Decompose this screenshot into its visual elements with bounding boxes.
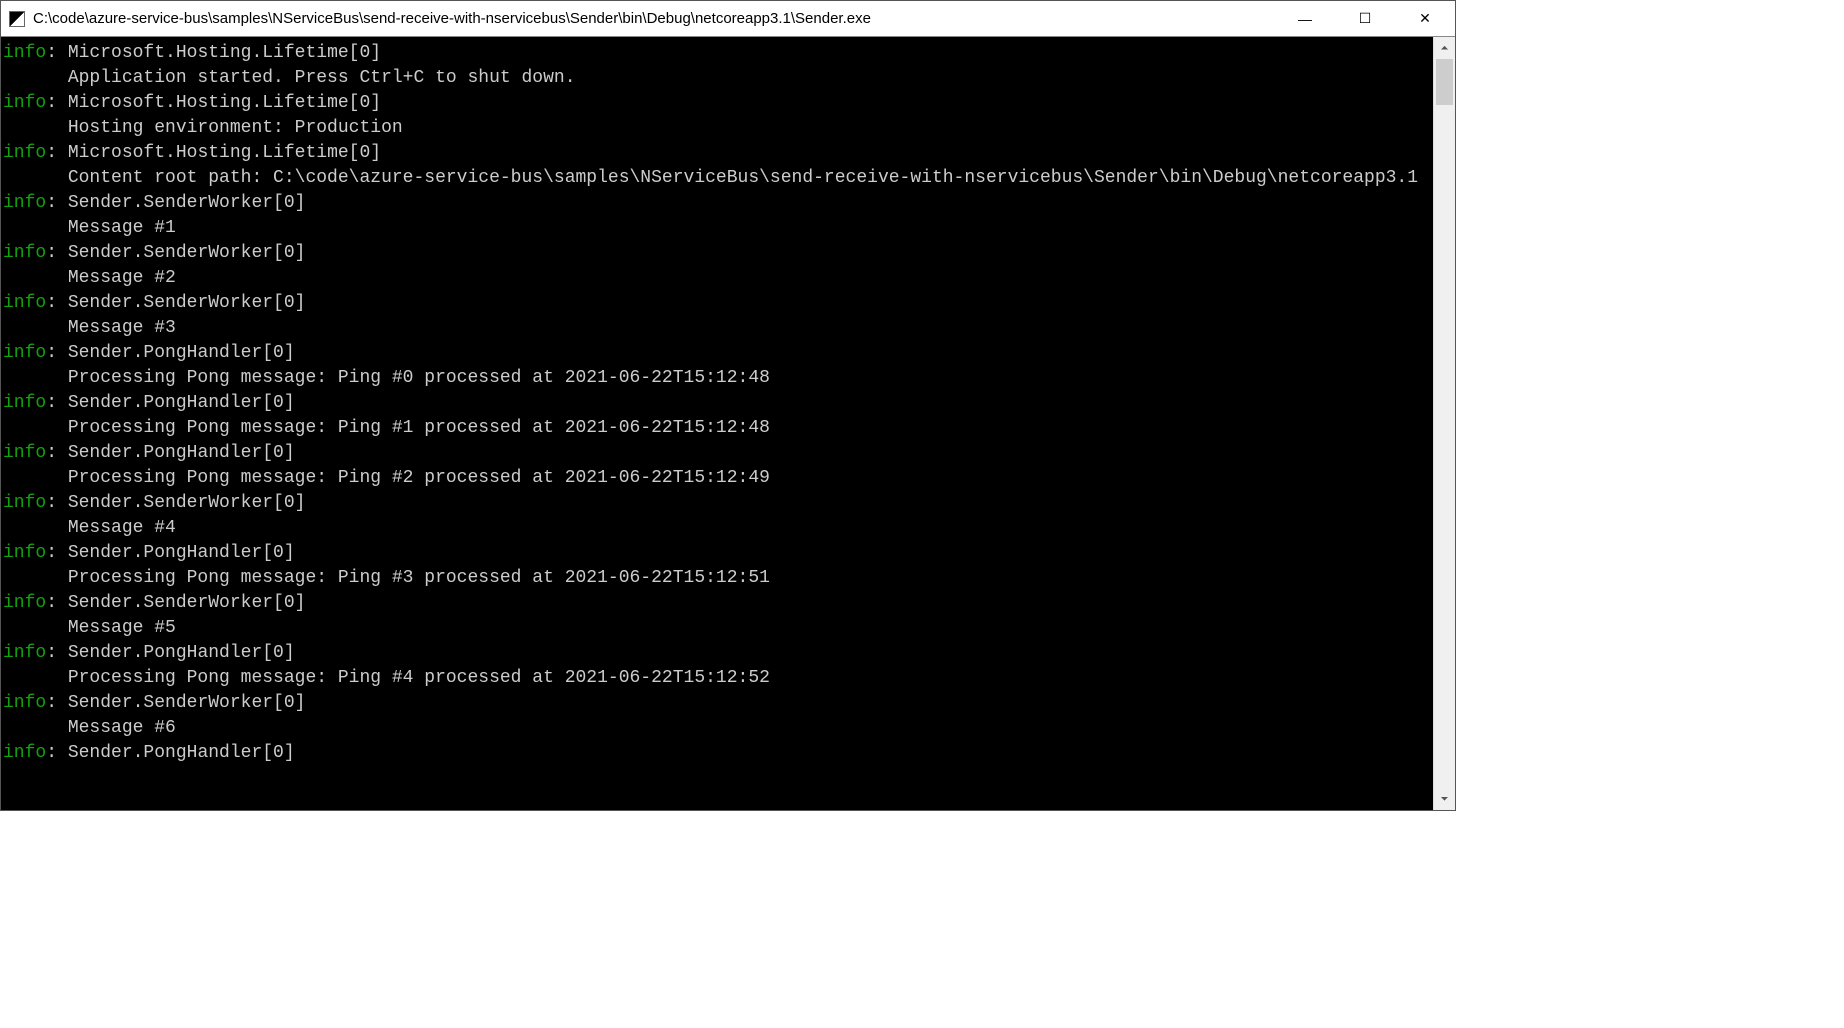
log-entry-body: Message #4 <box>3 516 1433 541</box>
chevron-down-icon: ⏷ <box>1441 794 1449 805</box>
log-level: info <box>3 543 46 563</box>
log-entry-body: Processing Pong message: Ping #3 process… <box>3 566 1433 591</box>
log-level: info <box>3 743 46 763</box>
window-title: C:\code\azure-service-bus\samples\NServi… <box>33 10 1275 27</box>
log-source: : Microsoft.Hosting.Lifetime[0] <box>46 143 381 163</box>
minimize-icon: — <box>1298 11 1312 27</box>
log-source: : Sender.PongHandler[0] <box>46 543 294 563</box>
log-entry-body: Message #6 <box>3 716 1433 741</box>
log-source: : Sender.SenderWorker[0] <box>46 693 305 713</box>
log-entry-body: Processing Pong message: Ping #1 process… <box>3 416 1433 441</box>
log-entry-header: info: Sender.SenderWorker[0] <box>3 291 1433 316</box>
log-entry-header: info: Sender.PongHandler[0] <box>3 441 1433 466</box>
log-level: info <box>3 143 46 163</box>
scroll-down-button[interactable]: ⏷ <box>1434 788 1455 810</box>
vertical-scrollbar[interactable]: ⏶ ⏷ <box>1433 37 1455 810</box>
log-level: info <box>3 493 46 513</box>
chevron-up-icon: ⏶ <box>1441 43 1449 54</box>
console-window: C:\code\azure-service-bus\samples\NServi… <box>0 0 1456 811</box>
log-source: : Sender.PongHandler[0] <box>46 643 294 663</box>
log-entry-header: info: Sender.PongHandler[0] <box>3 541 1433 566</box>
log-source: : Sender.SenderWorker[0] <box>46 493 305 513</box>
log-entry-body: Application started. Press Ctrl+C to shu… <box>3 66 1433 91</box>
window-controls: — ☐ ✕ <box>1275 1 1455 36</box>
log-level: info <box>3 93 46 113</box>
console-output[interactable]: info: Microsoft.Hosting.Lifetime[0] Appl… <box>1 37 1433 810</box>
maximize-icon: ☐ <box>1359 10 1372 27</box>
minimize-button[interactable]: — <box>1275 1 1335 36</box>
log-level: info <box>3 643 46 663</box>
log-entry-body: Message #5 <box>3 616 1433 641</box>
log-entry-body: Processing Pong message: Ping #0 process… <box>3 366 1433 391</box>
log-level: info <box>3 43 46 63</box>
log-source: : Sender.SenderWorker[0] <box>46 293 305 313</box>
log-entry-body: Content root path: C:\code\azure-service… <box>3 166 1433 191</box>
log-level: info <box>3 393 46 413</box>
console-area: info: Microsoft.Hosting.Lifetime[0] Appl… <box>1 37 1455 810</box>
scroll-thumb[interactable] <box>1436 59 1453 105</box>
log-entry-body: Message #1 <box>3 216 1433 241</box>
log-level: info <box>3 193 46 213</box>
scroll-up-button[interactable]: ⏶ <box>1434 37 1455 59</box>
log-source: : Microsoft.Hosting.Lifetime[0] <box>46 43 381 63</box>
log-entry-body: Processing Pong message: Ping #2 process… <box>3 466 1433 491</box>
log-entry-header: info: Sender.PongHandler[0] <box>3 741 1433 766</box>
log-source: : Sender.PongHandler[0] <box>46 443 294 463</box>
log-entry-header: info: Sender.SenderWorker[0] <box>3 691 1433 716</box>
log-level: info <box>3 343 46 363</box>
log-entry-header: info: Microsoft.Hosting.Lifetime[0] <box>3 141 1433 166</box>
log-entry-body: Hosting environment: Production <box>3 116 1433 141</box>
log-entry-body: Message #2 <box>3 266 1433 291</box>
log-source: : Sender.PongHandler[0] <box>46 743 294 763</box>
log-source: : Sender.SenderWorker[0] <box>46 593 305 613</box>
log-entry-header: info: Sender.SenderWorker[0] <box>3 491 1433 516</box>
close-icon: ✕ <box>1419 10 1431 27</box>
scroll-track[interactable] <box>1434 59 1455 788</box>
log-entry-header: info: Sender.SenderWorker[0] <box>3 191 1433 216</box>
log-level: info <box>3 593 46 613</box>
maximize-button[interactable]: ☐ <box>1335 1 1395 36</box>
log-entry-header: info: Microsoft.Hosting.Lifetime[0] <box>3 41 1433 66</box>
log-entry-body: Processing Pong message: Ping #4 process… <box>3 666 1433 691</box>
app-icon <box>9 11 25 27</box>
log-level: info <box>3 243 46 263</box>
log-source: : Sender.PongHandler[0] <box>46 393 294 413</box>
log-entry-header: info: Sender.SenderWorker[0] <box>3 241 1433 266</box>
titlebar[interactable]: C:\code\azure-service-bus\samples\NServi… <box>1 1 1455 37</box>
log-entry-header: info: Sender.PongHandler[0] <box>3 391 1433 416</box>
log-entry-header: info: Sender.PongHandler[0] <box>3 641 1433 666</box>
close-button[interactable]: ✕ <box>1395 1 1455 36</box>
log-entry-header: info: Sender.PongHandler[0] <box>3 341 1433 366</box>
log-level: info <box>3 293 46 313</box>
log-entry-header: info: Microsoft.Hosting.Lifetime[0] <box>3 91 1433 116</box>
log-source: : Sender.SenderWorker[0] <box>46 243 305 263</box>
log-level: info <box>3 693 46 713</box>
log-level: info <box>3 443 46 463</box>
log-entry-body: Message #3 <box>3 316 1433 341</box>
log-source: : Microsoft.Hosting.Lifetime[0] <box>46 93 381 113</box>
log-entry-header: info: Sender.SenderWorker[0] <box>3 591 1433 616</box>
log-source: : Sender.PongHandler[0] <box>46 343 294 363</box>
log-source: : Sender.SenderWorker[0] <box>46 193 305 213</box>
